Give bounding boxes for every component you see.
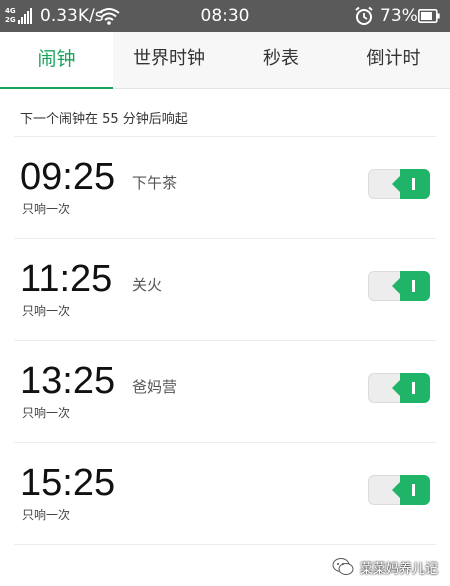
alarm-time: 11:25 [20, 258, 113, 300]
status-bar: 4G 2G 0.33K/s 08:30 73% [0, 0, 450, 32]
wifi-icon [98, 8, 120, 25]
tab-timer[interactable]: 倒计时 [337, 32, 450, 88]
status-time: 08:30 [200, 6, 250, 26]
alarm-item[interactable]: 15:25 只响一次 [0, 443, 450, 545]
alarm-toggle[interactable] [368, 373, 430, 403]
alarm-repeat: 只响一次 [22, 202, 71, 216]
alarm-toggle[interactable] [368, 271, 430, 301]
alarm-repeat: 只响一次 [22, 304, 71, 318]
alarm-item[interactable]: 13:25 爸妈营 只响一次 [0, 341, 450, 443]
alarm-label: 爸妈营 [132, 378, 178, 396]
battery-icon [418, 9, 440, 23]
next-alarm-info: 下一个闹钟在 55 分钟后响起 [20, 112, 188, 127]
alarm-toggle[interactable] [368, 169, 430, 199]
divider [14, 544, 436, 545]
alarm-item[interactable]: 11:25 关火 只响一次 [0, 239, 450, 341]
alarm-repeat: 只响一次 [22, 406, 71, 420]
alarm-clock-icon [355, 6, 373, 25]
alarm-time: 09:25 [20, 156, 116, 198]
network-gen-top: 4G [5, 7, 16, 15]
tab-world-clock[interactable]: 世界时钟 [113, 32, 225, 88]
alarm-item[interactable]: 09:25 下午茶 只响一次 [0, 137, 450, 239]
tab-bar: 闹钟 世界时钟 秒表 倒计时 [0, 32, 450, 89]
alarm-repeat: 只响一次 [22, 508, 71, 522]
watermark: 菜菜妈养儿记 [332, 554, 438, 580]
alarm-time: 15:25 [20, 462, 116, 504]
tab-stopwatch[interactable]: 秒表 [225, 32, 337, 88]
wechat-icon [332, 558, 354, 575]
battery-percent: 73% [380, 6, 418, 26]
network-gen-bottom: 2G [5, 16, 16, 24]
alarm-toggle[interactable] [368, 475, 430, 505]
alarm-label: 关火 [132, 276, 163, 294]
alarm-label: 下午茶 [132, 174, 178, 192]
network-speed: 0.33K/s [40, 6, 104, 26]
alarm-time: 13:25 [20, 360, 116, 402]
signal-icon: 4G 2G [5, 6, 33, 26]
watermark-text: 菜菜妈养儿记 [359, 561, 438, 577]
tab-alarm[interactable]: 闹钟 [0, 32, 113, 89]
